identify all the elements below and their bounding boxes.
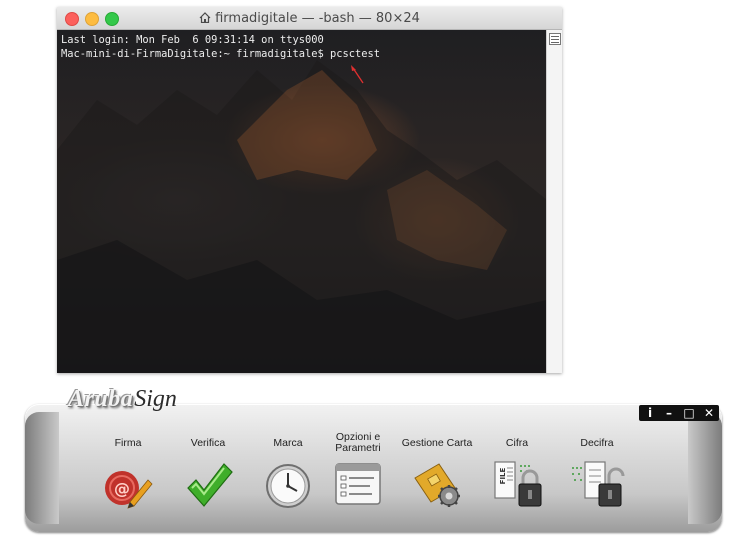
terminal-titlebar[interactable]: firmadigitale — -bash — 80×24 xyxy=(57,7,562,30)
tool-opzioni[interactable]: Opzioni e Parametri xyxy=(318,431,398,512)
checkmark-icon xyxy=(187,463,233,507)
tool-marca[interactable]: Marca xyxy=(248,431,328,512)
terminal-screen[interactable]: Last login: Mon Feb 6 09:31:14 on ttys00… xyxy=(57,30,547,373)
toolbar-edge-right xyxy=(688,412,722,524)
tool-label: Gestione Carta xyxy=(401,436,473,449)
svg-text:FILE: FILE xyxy=(499,467,507,484)
home-folder-icon xyxy=(199,12,211,23)
tool-label: Opzioni e Parametri xyxy=(335,431,381,454)
tool-label: Firma xyxy=(114,436,142,449)
logo-aruba-text: Aruba xyxy=(68,386,134,412)
tool-gestione-carta[interactable]: Gestione Carta xyxy=(397,431,477,512)
tool-label: Marca xyxy=(273,436,303,449)
window-title: firmadigitale — -bash — 80×24 xyxy=(215,11,420,26)
list-view-icon[interactable] xyxy=(549,33,561,45)
smartcard-gear-icon xyxy=(414,463,460,507)
close-icon[interactable]: ✕ xyxy=(700,405,718,421)
toolbar-edge-left xyxy=(25,412,59,524)
tool-decifra[interactable]: Decifra xyxy=(557,431,637,512)
lock-file-icon: FILE xyxy=(494,461,542,507)
maximize-icon[interactable]: □ xyxy=(680,405,698,421)
svg-text:@: @ xyxy=(114,479,130,498)
logo-sign-text: Sign xyxy=(134,386,177,412)
window-title-wrap: firmadigitale — -bash — 80×24 xyxy=(57,11,562,26)
toolbar-window-controls: i – □ ✕ xyxy=(639,405,719,421)
signature-pen-icon: @ xyxy=(105,471,153,509)
unlock-file-icon xyxy=(572,461,625,507)
terminal-scrollbar[interactable] xyxy=(546,30,562,373)
tool-firma[interactable]: Firma @ xyxy=(88,431,168,512)
info-icon[interactable]: i xyxy=(641,405,659,421)
tool-label: Verifica xyxy=(190,436,226,449)
clock-icon xyxy=(266,464,310,508)
tool-verifica[interactable]: Verifica xyxy=(168,431,248,512)
tool-cifra[interactable]: Cifra FILE xyxy=(477,431,557,512)
annotation-arrow xyxy=(351,65,364,84)
tool-label: Decifra xyxy=(580,436,614,449)
arubasign-logo: ArubaSign xyxy=(68,386,177,420)
options-list-icon xyxy=(335,463,381,505)
minimize-icon[interactable]: – xyxy=(660,405,678,421)
tool-label: Cifra xyxy=(505,436,529,449)
terminal-window: firmadigitale — -bash — 80×24 Last login… xyxy=(57,7,562,373)
